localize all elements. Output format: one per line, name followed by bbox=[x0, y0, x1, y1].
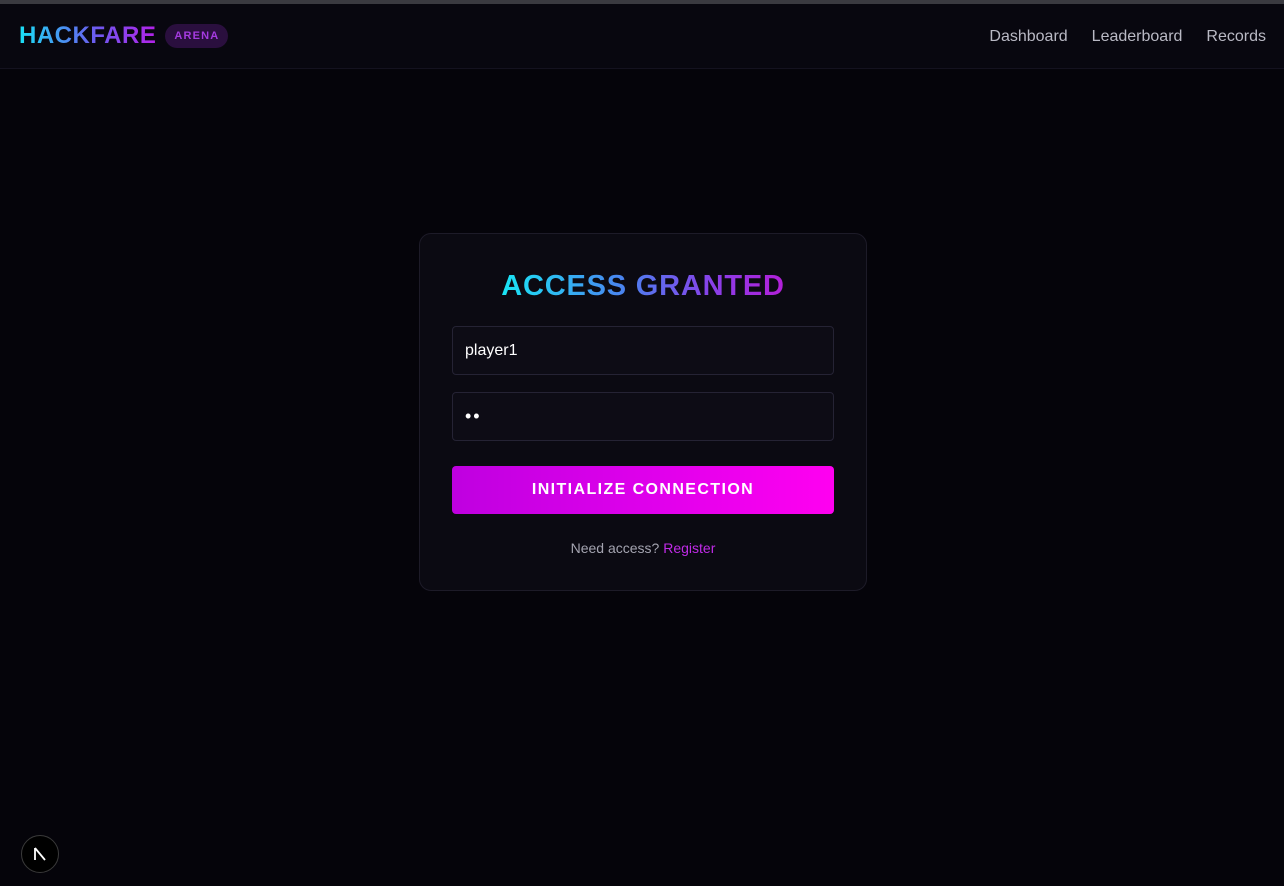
nav-link-dashboard[interactable]: Dashboard bbox=[989, 25, 1067, 49]
password-input[interactable] bbox=[452, 392, 834, 441]
username-input[interactable] bbox=[452, 326, 834, 375]
nextjs-dev-indicator[interactable] bbox=[21, 835, 59, 873]
initialize-connection-button[interactable]: INITIALIZE CONNECTION bbox=[452, 466, 834, 514]
brand-badge: ARENA bbox=[165, 24, 229, 48]
login-title: ACCESS GRANTED bbox=[501, 270, 785, 302]
nextjs-logo-icon bbox=[34, 847, 46, 861]
brand-name: HACKFARE bbox=[19, 22, 157, 49]
brand-logo[interactable]: HACKFARE ARENA bbox=[19, 21, 229, 51]
login-card: ACCESS GRANTED INITIALIZE CONNECTION Nee… bbox=[419, 233, 867, 591]
nav-link-leaderboard[interactable]: Leaderboard bbox=[1092, 25, 1183, 49]
app-header: HACKFARE ARENA Dashboard Leaderboard Rec… bbox=[0, 4, 1284, 69]
main-nav: Dashboard Leaderboard Records bbox=[989, 25, 1266, 49]
register-prompt-text: Need access? bbox=[570, 540, 660, 556]
register-prompt: Need access? Register bbox=[420, 538, 866, 558]
register-link[interactable]: Register bbox=[663, 540, 715, 556]
nav-link-records[interactable]: Records bbox=[1206, 25, 1266, 49]
